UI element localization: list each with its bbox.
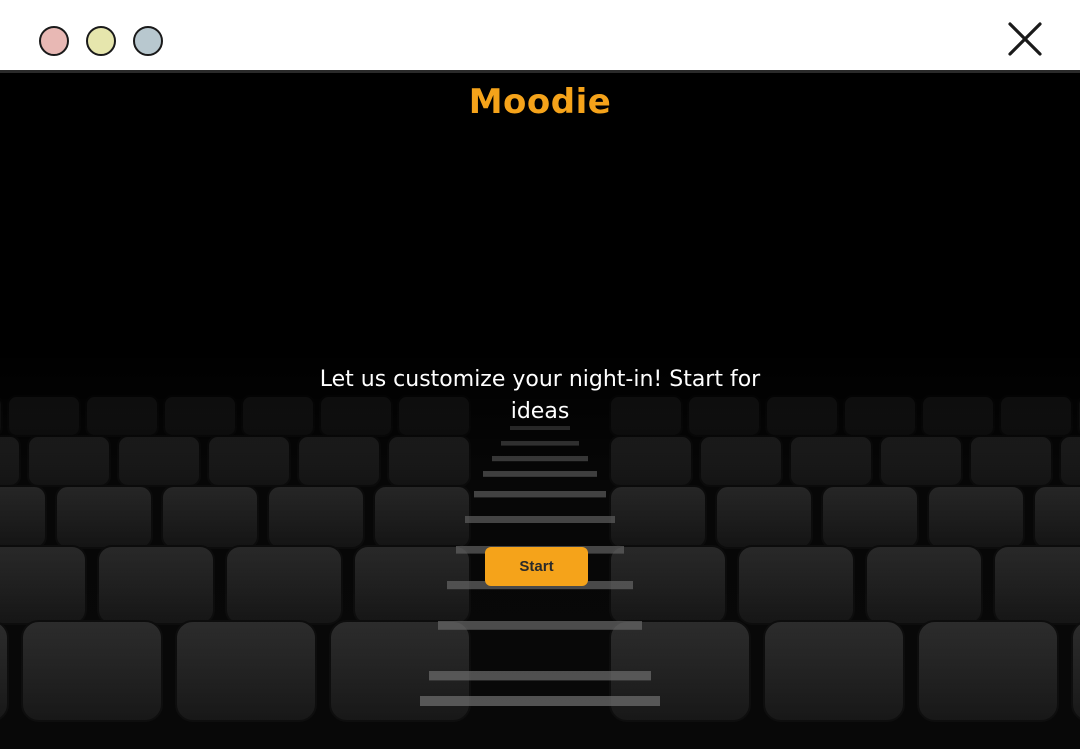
- start-button[interactable]: Start: [485, 547, 588, 586]
- window-titlebar: [0, 0, 1080, 73]
- hero-tagline: Let us customize your night-in! Start fo…: [319, 367, 761, 424]
- app-viewport: Moodie Let us customize your night-in! S…: [0, 76, 1080, 749]
- window-minimize-dot[interactable]: [86, 26, 116, 56]
- window-maximize-dot[interactable]: [133, 26, 163, 56]
- app-title: Moodie: [468, 82, 612, 122]
- window-close-dot[interactable]: [39, 26, 69, 56]
- close-icon[interactable]: [1006, 20, 1044, 58]
